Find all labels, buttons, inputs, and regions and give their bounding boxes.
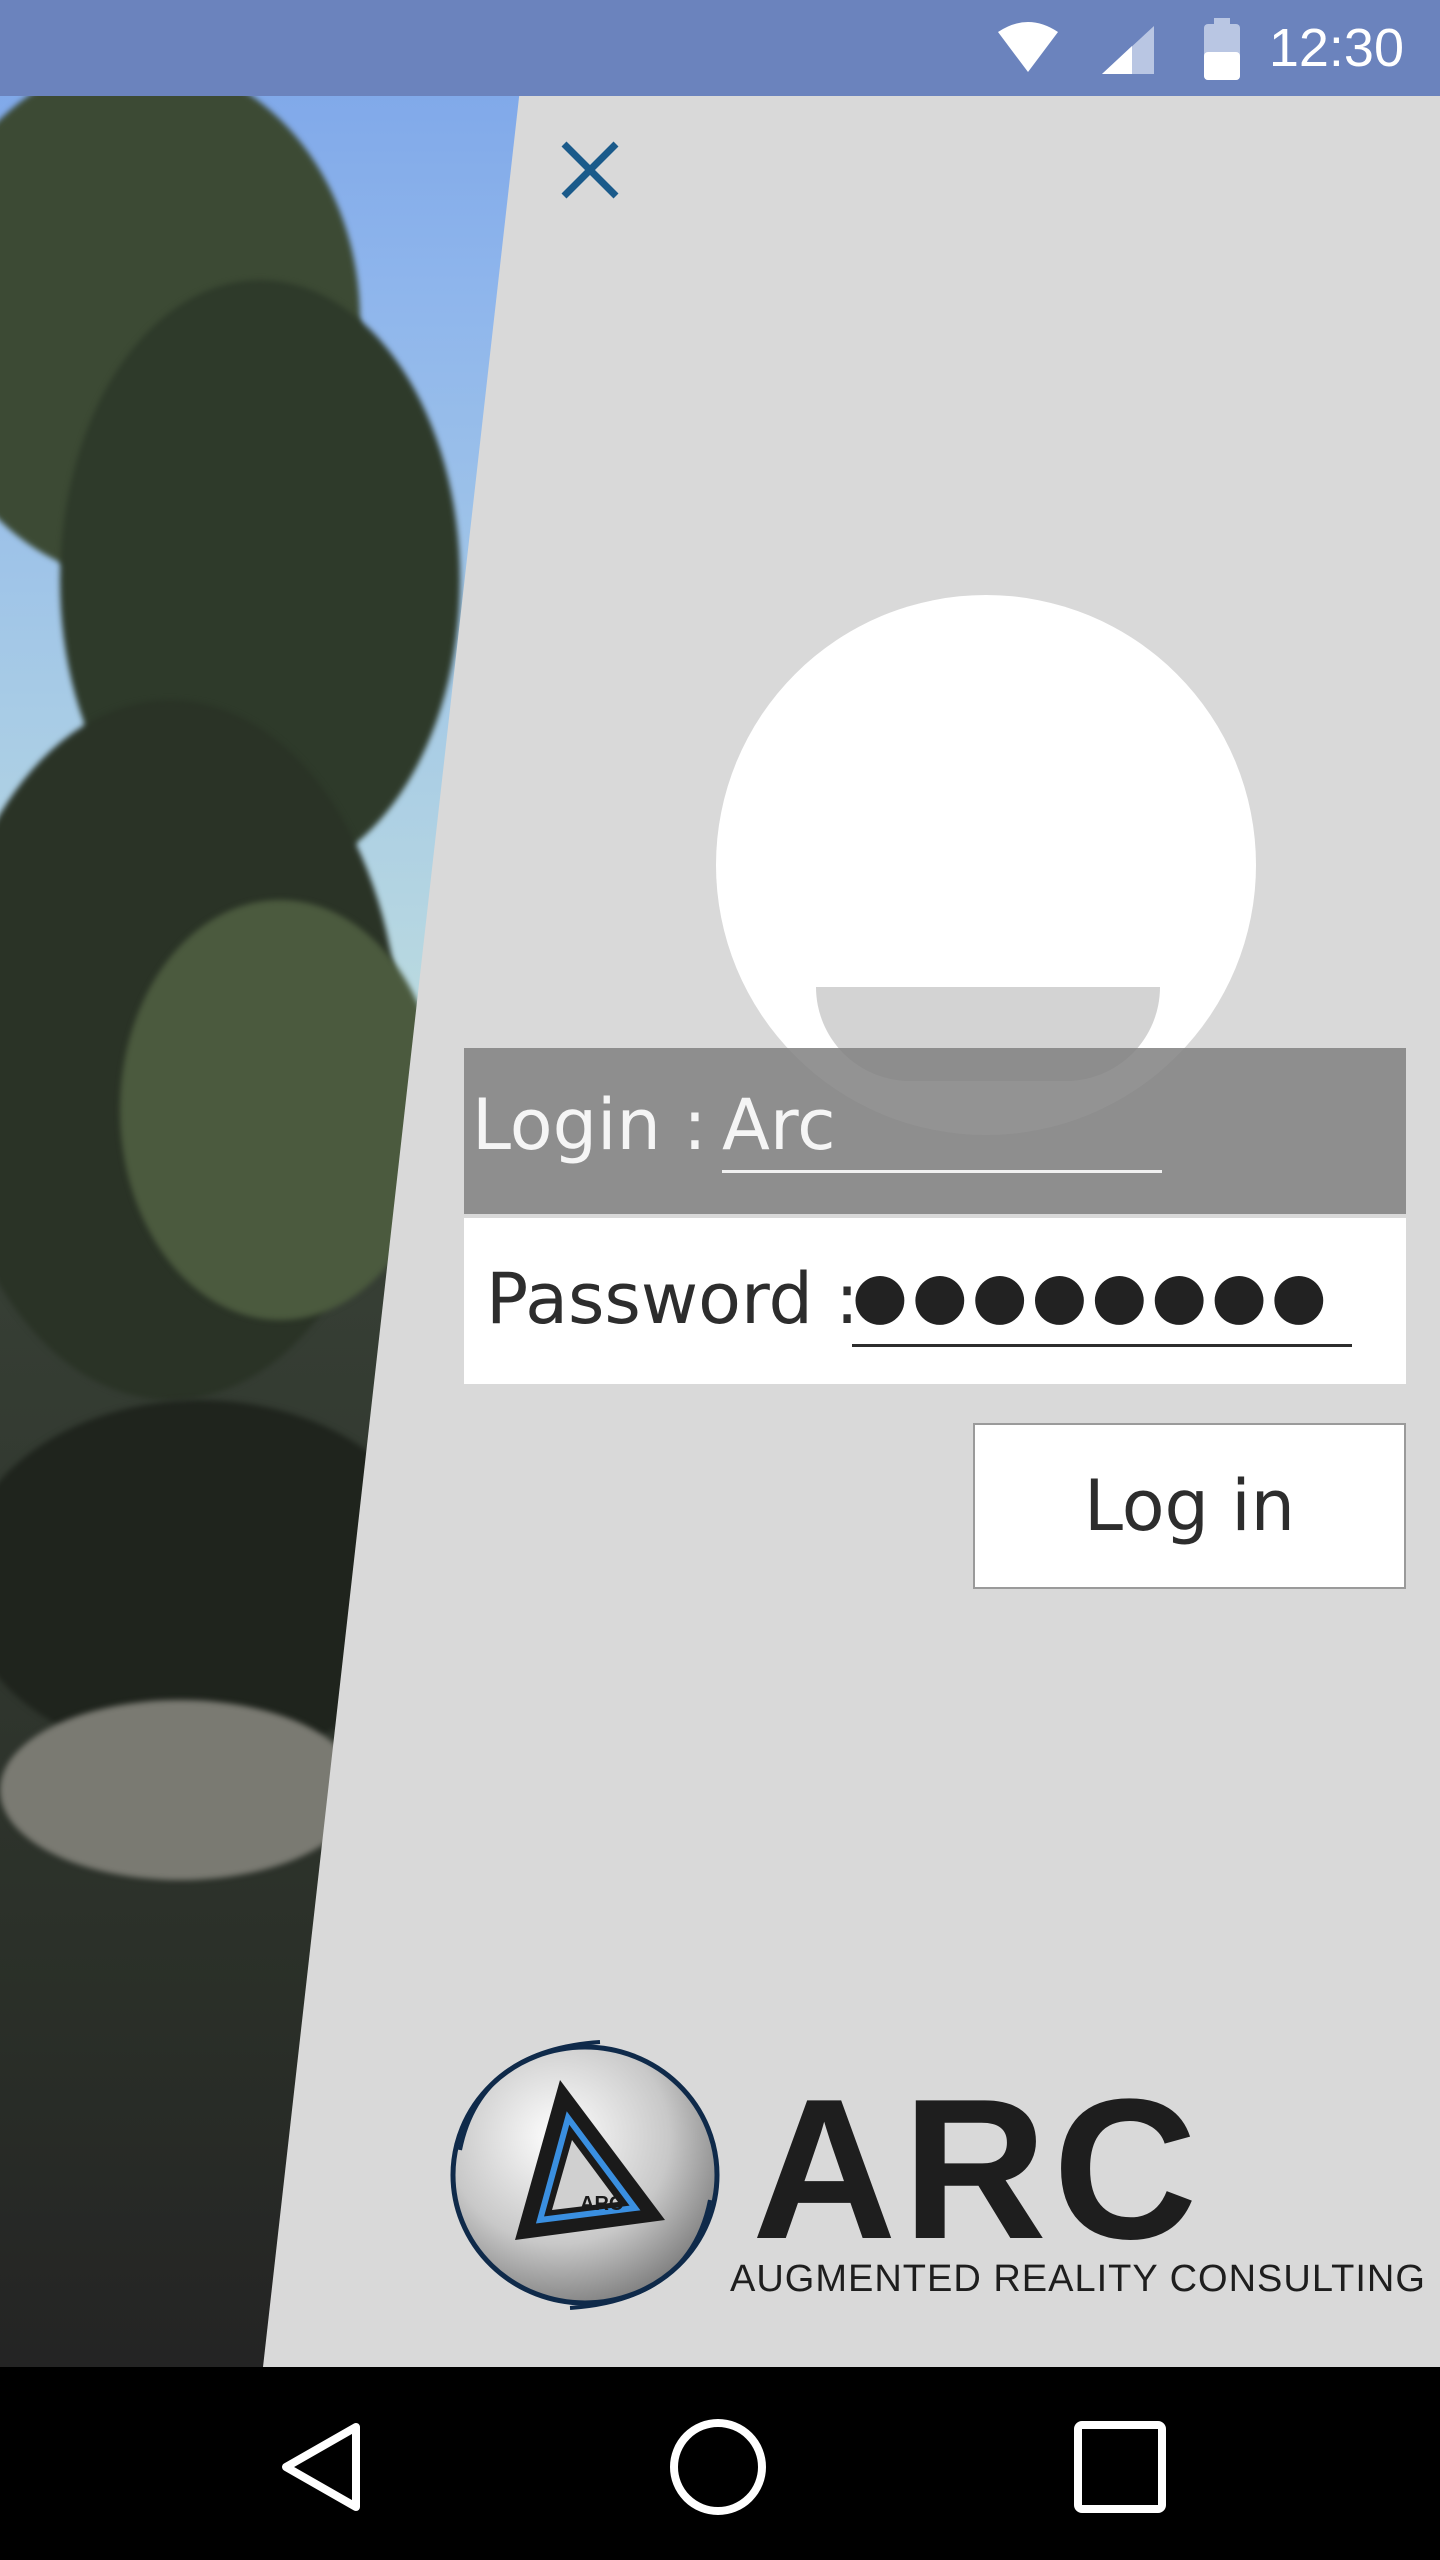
arc-logo: ARC ARC AUGMENTED REALITY CONSULTING [440,2030,1425,2330]
recents-icon [1074,2421,1166,2513]
navigation-bar [0,2367,1440,2560]
status-time: 12:30 [1268,18,1404,78]
arc-tagline: AUGMENTED REALITY CONSULTING [730,2258,1426,2300]
wifi-icon [998,22,1058,72]
password-label: Password : [486,1258,859,1340]
login-input[interactable] [722,1080,1162,1173]
arc-wordmark: ARC [752,2058,1204,2281]
app-screen: 12:30 Login : Password : Log in [0,0,1440,2560]
password-row: Password : [464,1218,1406,1384]
close-button[interactable] [550,130,630,210]
close-icon [561,141,619,199]
arc-logo-badge: ARC [450,2040,720,2310]
cell-signal-icon [1102,26,1154,74]
home-icon [670,2419,766,2515]
back-button[interactable] [260,2407,380,2527]
recents-button[interactable] [1060,2407,1180,2527]
back-icon [282,2423,360,2511]
battery-icon [1204,18,1240,80]
password-input[interactable] [852,1248,1352,1347]
arc-badge-text: ARC [580,2193,623,2215]
login-button[interactable]: Log in [973,1423,1406,1589]
home-button[interactable] [658,2407,778,2527]
status-bar: 12:30 [0,0,1440,96]
login-label: Login : [472,1084,707,1166]
login-row: Login : [464,1048,1406,1214]
